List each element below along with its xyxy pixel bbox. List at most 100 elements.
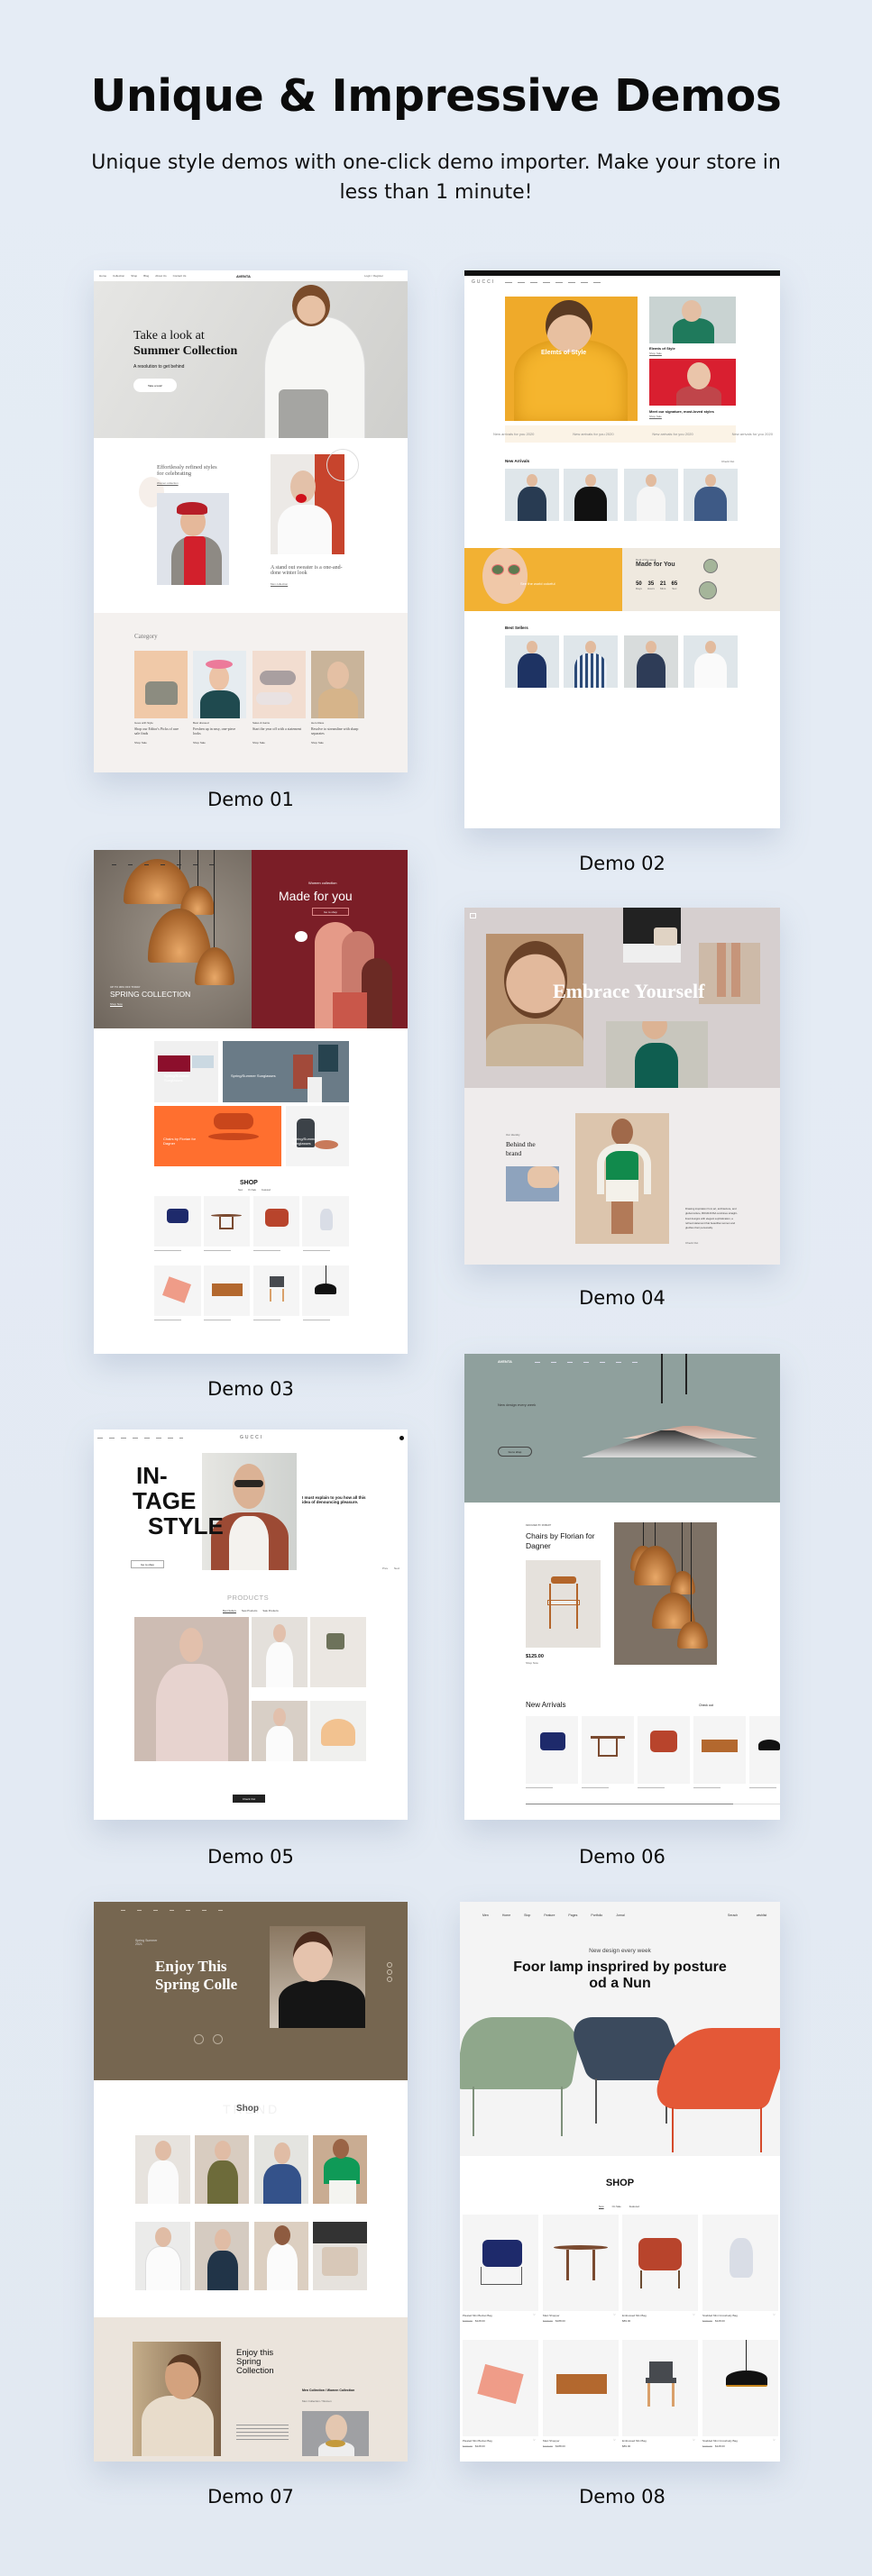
product-black-tee[interactable] xyxy=(564,469,618,521)
hero-right-panel[interactable] xyxy=(252,850,408,1028)
nav-item[interactable]: Pages xyxy=(568,1914,577,1917)
shop-now-link[interactable]: Shop Now xyxy=(110,1002,123,1006)
product-tile-orange-chair[interactable] xyxy=(622,2215,698,2311)
product-white-cami[interactable] xyxy=(135,2135,190,2204)
product-beige-bag[interactable] xyxy=(313,2222,367,2290)
product-tile-pillow[interactable] xyxy=(154,1265,201,1316)
tab-featured[interactable]: Featured xyxy=(262,1189,271,1192)
wishlist-heart-icon[interactable]: ♡ xyxy=(693,2313,695,2316)
product-white-sweater[interactable] xyxy=(684,635,738,688)
promo-banner-left[interactable] xyxy=(464,548,622,611)
product-navy-shirt[interactable] xyxy=(624,635,678,688)
demo-04-label[interactable]: Demo 04 xyxy=(487,1287,757,1309)
nav-item[interactable]: About Us xyxy=(155,274,166,278)
go-to-shop-button[interactable]: Go to shop xyxy=(498,1447,532,1457)
demo-06-label[interactable]: Demo 06 xyxy=(487,1846,757,1868)
men-collection-link[interactable]: Men collection xyxy=(271,582,288,586)
tab-best-sellers[interactable]: Best Sellers xyxy=(223,1609,236,1612)
product-tile-table[interactable] xyxy=(543,2215,619,2311)
product-white-shirt[interactable] xyxy=(624,469,678,521)
category-link[interactable]: Shop Sale xyxy=(252,741,265,744)
demo-05-preview[interactable]: GUCCI IN- TAGE STYLE I must explain to y… xyxy=(94,1430,408,1820)
take-a-look-button[interactable]: Take a look! xyxy=(133,379,177,392)
nav-item[interactable]: Home xyxy=(502,1914,510,1917)
product-olive-dress[interactable] xyxy=(195,2135,249,2204)
wishlist-link[interactable]: wishlist xyxy=(757,1914,766,1917)
product-tile-vase[interactable] xyxy=(302,1196,349,1247)
check-out-button[interactable]: Check Out xyxy=(233,1795,265,1803)
nav-item[interactable]: Stop xyxy=(524,1914,530,1917)
category-image-flower-woman[interactable] xyxy=(193,651,246,718)
next-button[interactable]: Next xyxy=(394,1567,399,1570)
next-arrow-button[interactable] xyxy=(213,2034,223,2044)
tab-new-products[interactable]: New Products xyxy=(242,1609,257,1612)
slider-dot[interactable] xyxy=(387,1962,392,1968)
product-tile-pendant-lamp[interactable] xyxy=(702,2340,778,2436)
wishlist-heart-icon[interactable]: ♡ xyxy=(613,2438,616,2442)
product-tile-orange-chair[interactable] xyxy=(638,1716,690,1784)
cart-icon[interactable] xyxy=(399,1436,404,1440)
go-to-shop-button[interactable]: Go to shop xyxy=(131,1560,164,1568)
prev-arrow-button[interactable] xyxy=(194,2034,204,2044)
product-denim-shirt[interactable] xyxy=(684,469,738,521)
product-name[interactable]: Maxi Shopper xyxy=(543,2314,560,2317)
tab-new[interactable]: New xyxy=(599,2205,604,2208)
side-image-green-jacket[interactable] xyxy=(649,297,736,343)
product-denim-jacket[interactable] xyxy=(254,2135,308,2204)
product-name[interactable]: Pleated Mini Bucket Bag xyxy=(463,2314,492,2317)
product-tile-chair[interactable] xyxy=(622,2340,698,2436)
nav-item[interactable]: Contact Us xyxy=(173,274,187,278)
search-link[interactable]: Serach xyxy=(728,1914,738,1917)
banner-pendant-lamps[interactable] xyxy=(223,1041,349,1102)
product-tile-sideboard[interactable] xyxy=(543,2340,619,2436)
category-image-shoes[interactable] xyxy=(252,651,306,718)
nav-item[interactable]: Shop xyxy=(131,274,137,278)
demo-04-preview[interactable]: Embrace Yourself Our Identity Behind the… xyxy=(464,908,780,1265)
product-tile-pendant-lamp[interactable] xyxy=(302,1265,349,1316)
side-link-1[interactable]: Shop Sale xyxy=(649,352,662,355)
product-tile-orange-chair[interactable] xyxy=(253,1196,299,1247)
demo-07-preview[interactable]: Spring Summer 2021 Enjoy This Spring Col… xyxy=(94,1902,408,2462)
side-image-red[interactable] xyxy=(649,359,736,406)
product-name[interactable]: Pleated Mini Bucket Bag xyxy=(463,2439,492,2443)
product-tile-armchair[interactable] xyxy=(463,2215,538,2311)
product-tile-armchair[interactable] xyxy=(526,1716,578,1784)
nav-item[interactable]: Collection xyxy=(113,274,124,278)
go-to-shop-button[interactable]: Go to shop xyxy=(312,908,349,916)
women-collection-link[interactable]: Women collection xyxy=(157,481,179,485)
tab-on-sale[interactable]: On Sale xyxy=(612,2205,621,2208)
wishlist-heart-icon[interactable]: ♡ xyxy=(533,2313,536,2316)
demo-02-preview[interactable]: GUCCI Elemts of Style Elemts of Style Sh… xyxy=(464,270,780,828)
category-link[interactable]: Shop Sale xyxy=(134,741,147,744)
slider-dot[interactable] xyxy=(387,1977,392,1982)
category-link[interactable]: Shop Sale xyxy=(311,741,324,744)
product-white-shirt[interactable] xyxy=(135,2222,190,2290)
tab-featured[interactable]: Featured xyxy=(629,2205,639,2208)
product-name[interactable]: Studded Mini Crossbody Bag xyxy=(702,2314,738,2317)
nav-item[interactable]: Jornal xyxy=(616,1914,625,1917)
demo-06-preview[interactable]: AVENTA New design every week Go to shop … xyxy=(464,1354,780,1820)
product-navy-satin[interactable] xyxy=(195,2222,249,2290)
demo-08-preview[interactable]: Men Home Stop Feature Pages Portfolio Jornal S… xyxy=(460,1902,780,2462)
wishlist-heart-icon[interactable]: ♡ xyxy=(613,2313,616,2316)
product-name[interactable]: Studded Mini Crossbody Bag xyxy=(702,2439,738,2443)
tab-sale-products[interactable]: Sale Products xyxy=(262,1609,278,1612)
product-navy-blazer[interactable] xyxy=(505,635,559,688)
wishlist-heart-icon[interactable]: ♡ xyxy=(533,2438,536,2442)
product-name[interactable]: Embossed Mini Bag xyxy=(622,2439,647,2443)
product-tan-bag[interactable] xyxy=(310,1701,366,1761)
product-white-top[interactable] xyxy=(252,1617,307,1687)
demo-01-preview[interactable]: Home Collection Shop Blog About Us Contact Us… xyxy=(94,270,408,772)
check-out-link[interactable]: Check out xyxy=(699,1704,713,1707)
nav-item[interactable]: Men xyxy=(482,1914,489,1917)
nav-item[interactable]: Blog xyxy=(143,274,149,278)
collection-links[interactable]: Men Collection / Women xyxy=(302,2399,332,2403)
wishlist-heart-icon[interactable]: ♡ xyxy=(693,2438,695,2442)
prev-button[interactable]: Prev xyxy=(382,1567,388,1570)
category-link[interactable]: Shop Sale xyxy=(193,741,206,744)
hero-image-yellow[interactable] xyxy=(505,297,638,421)
demo-08-label[interactable]: Demo 08 xyxy=(487,2486,757,2507)
nav-item[interactable]: Portfolio xyxy=(591,1914,602,1917)
product-pink-blazer[interactable] xyxy=(134,1617,249,1761)
demo-03-preview[interactable]: UP TO 30% OFF TODAY SPRING COLLECTION Sh… xyxy=(94,850,408,1354)
